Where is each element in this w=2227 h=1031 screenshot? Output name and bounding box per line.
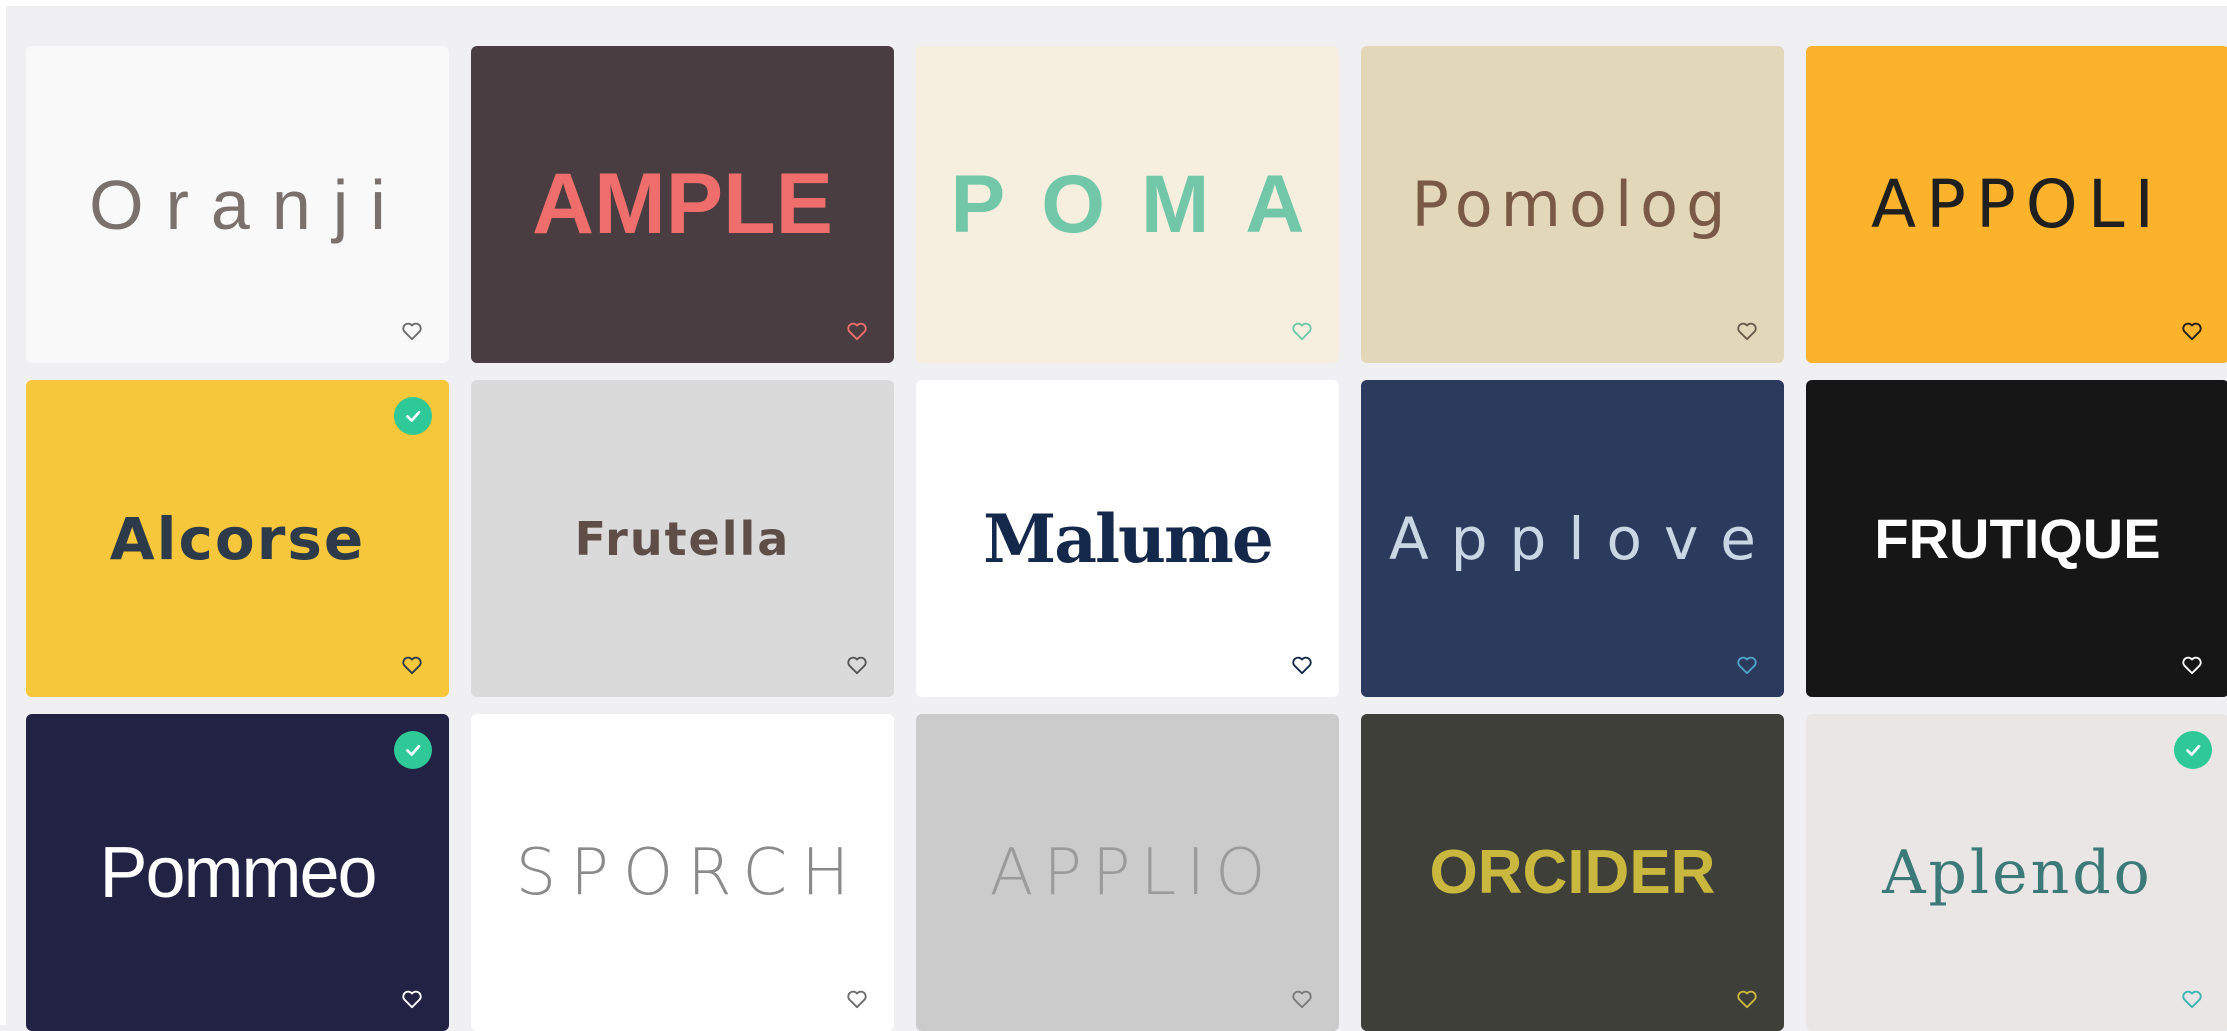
check-icon <box>394 731 432 769</box>
logo-card-frutella[interactable]: Frutella <box>471 380 894 697</box>
heart-icon[interactable] <box>1291 989 1313 1009</box>
logo-card-applio[interactable]: APPLIO <box>916 714 1339 1031</box>
heart-icon[interactable] <box>401 989 423 1009</box>
logo-text: APPLIO <box>989 835 1276 910</box>
logo-grid: Oranji AMPLE POMA Pomolog APPOLI Alcorse… <box>26 46 2227 1031</box>
logo-card-orcider[interactable]: ORCIDER <box>1361 714 1784 1031</box>
logo-card-applove[interactable]: Applove <box>1361 380 1784 697</box>
logo-card-ample[interactable]: AMPLE <box>471 46 894 363</box>
logo-text: POMA <box>950 158 1339 250</box>
logo-card-aplendo[interactable]: Aplendo <box>1806 714 2227 1031</box>
heart-icon[interactable] <box>1736 321 1758 341</box>
logo-text: Aplendo <box>1882 837 2153 908</box>
heart-icon[interactable] <box>846 989 868 1009</box>
heart-icon[interactable] <box>1736 989 1758 1009</box>
logo-text: SPORCH <box>515 835 864 910</box>
heart-icon[interactable] <box>2181 989 2203 1009</box>
heart-icon[interactable] <box>401 655 423 675</box>
heart-icon[interactable] <box>846 321 868 341</box>
heart-icon[interactable] <box>2181 655 2203 675</box>
logo-text: FRUTIQUE <box>1874 507 2161 570</box>
logo-text: Pommeo <box>99 832 377 913</box>
logo-card-appoli[interactable]: APPOLI <box>1806 46 2227 363</box>
logo-card-frutique[interactable]: FRUTIQUE <box>1806 380 2227 697</box>
heart-icon[interactable] <box>2181 321 2203 341</box>
logo-text: ORCIDER <box>1429 838 1716 907</box>
logo-card-poma[interactable]: POMA <box>916 46 1339 363</box>
logo-text: Frutella <box>574 511 791 566</box>
logo-card-sporch[interactable]: SPORCH <box>471 714 894 1031</box>
logo-card-oranji[interactable]: Oranji <box>26 46 449 363</box>
logo-text: APPOLI <box>1871 166 2164 243</box>
logo-text: Oranji <box>89 165 408 244</box>
logo-text: Alcorse <box>109 504 366 573</box>
check-icon <box>394 397 432 435</box>
logo-text: Applove <box>1389 504 1778 573</box>
check-icon <box>2174 731 2212 769</box>
heart-icon[interactable] <box>1291 655 1313 675</box>
logo-card-malume[interactable]: Malume <box>916 380 1339 697</box>
logo-card-alcorse[interactable]: Alcorse <box>26 380 449 697</box>
logo-text: Pomolog <box>1411 168 1734 241</box>
page-left-edge <box>0 0 6 1025</box>
logo-card-pomolog[interactable]: Pomolog <box>1361 46 1784 363</box>
heart-icon[interactable] <box>846 655 868 675</box>
heart-icon[interactable] <box>1291 321 1313 341</box>
heart-icon[interactable] <box>401 321 423 341</box>
logo-text: Malume <box>983 499 1274 578</box>
logo-text: AMPLE <box>532 156 833 252</box>
page-top-edge <box>0 0 2227 6</box>
heart-icon[interactable] <box>1736 655 1758 675</box>
logo-card-pommeo[interactable]: Pommeo <box>26 714 449 1031</box>
